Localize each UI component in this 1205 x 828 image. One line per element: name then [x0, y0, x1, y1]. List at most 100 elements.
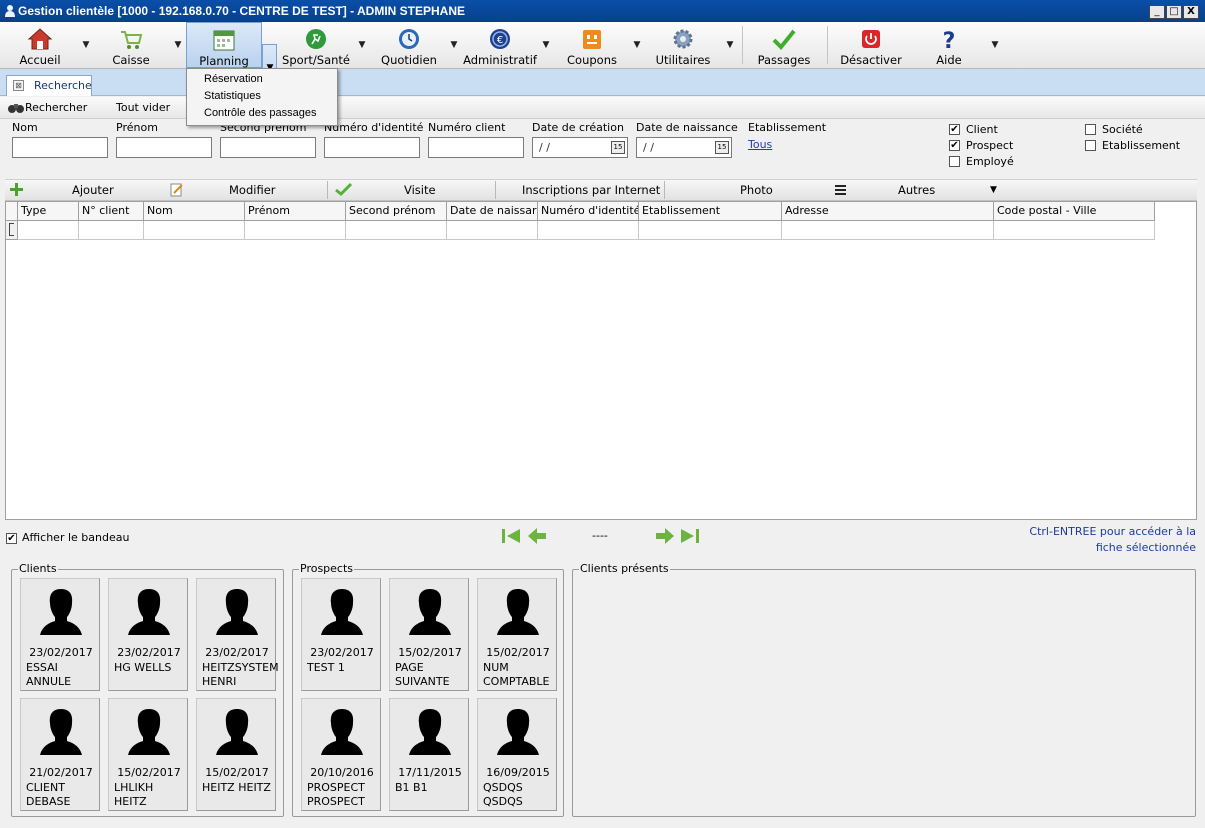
minimize-button[interactable]: _	[1149, 5, 1165, 19]
afficher-bandeau-checkbox[interactable]: ✔	[6, 533, 17, 544]
utilitaires-button[interactable]: Utilitaires	[650, 22, 716, 68]
aide-dropdown-arrow[interactable]: ▼	[990, 40, 1000, 50]
coupons-button[interactable]: Coupons	[561, 22, 623, 68]
prospect-checkbox[interactable]: ✔	[949, 140, 960, 151]
planning-dropdown-menu: Réservation Statistiques Contrôle des pa…	[186, 68, 338, 126]
aide-button[interactable]: ? Aide	[925, 22, 973, 68]
societe-checkbox-label: Société	[1102, 123, 1143, 136]
person-card[interactable]: 15/02/2017 LHLIKH HEITZ	[108, 698, 188, 811]
calendar-icon[interactable]: 15	[715, 141, 729, 154]
column-header-no-client[interactable]: N° client	[79, 202, 144, 221]
maximize-button[interactable]: □	[1166, 5, 1182, 19]
etablissement-checkbox[interactable]	[1085, 140, 1096, 151]
last-page-icon[interactable]	[680, 527, 700, 545]
person-card[interactable]: 23/02/2017 ESSAI ANNULE	[20, 578, 100, 691]
column-header-etablissement[interactable]: Etablissement	[639, 202, 782, 221]
tab-recherche[interactable]: ⊠ Recherche	[6, 75, 92, 96]
sport-dropdown-arrow[interactable]: ▼	[357, 40, 367, 50]
sport-sante-button[interactable]: Sport/Santé	[281, 22, 351, 68]
desactiver-button[interactable]: Désactiver	[837, 22, 905, 68]
column-header-code-postal-ville[interactable]: Code postal - Ville	[994, 202, 1155, 221]
photo-button[interactable]: Photo	[740, 183, 773, 197]
row-selector[interactable]	[6, 221, 18, 240]
person-silhouette-icon	[128, 709, 170, 755]
next-page-icon[interactable]	[655, 527, 675, 545]
tab-close-icon[interactable]: ⊠	[13, 80, 24, 91]
table-cell[interactable]	[639, 221, 782, 240]
coupons-dropdown-arrow[interactable]: ▼	[632, 40, 642, 50]
quotidien-dropdown-arrow[interactable]: ▼	[449, 40, 459, 50]
administratif-button[interactable]: € Administratif	[463, 22, 537, 68]
previous-page-icon[interactable]	[527, 527, 547, 545]
person-card[interactable]: 21/02/2017 CLIENT DEBASE	[20, 698, 100, 811]
column-header-nom[interactable]: Nom	[144, 202, 245, 221]
numero-identite-input[interactable]	[324, 137, 420, 158]
results-grid[interactable]: Type N° client Nom Prénom Second prénom …	[5, 201, 1197, 520]
planning-button[interactable]: Planning	[186, 22, 262, 68]
autres-button[interactable]: Autres	[898, 183, 935, 197]
nom-input[interactable]	[12, 137, 108, 158]
numero-client-input[interactable]	[428, 137, 524, 158]
person-card[interactable]: 15/02/2017 NUM COMPTABLE	[477, 578, 557, 691]
person-silhouette-icon	[40, 709, 82, 755]
passages-button[interactable]: Passages	[752, 22, 816, 68]
person-card[interactable]: 15/02/2017 PAGE SUIVANTE	[389, 578, 469, 691]
quotidien-label: Quotidien	[381, 53, 437, 67]
person-card[interactable]: 23/02/2017 TEST 1	[301, 578, 381, 691]
prenom-label: Prénom	[116, 121, 158, 134]
table-cell[interactable]	[538, 221, 639, 240]
column-header-numero-identite[interactable]: Numéro d'identité	[538, 202, 639, 221]
first-page-icon[interactable]	[501, 527, 521, 545]
autres-dropdown-arrow[interactable]: ▼	[990, 185, 997, 195]
administratif-dropdown-arrow[interactable]: ▼	[541, 40, 551, 50]
caisse-button[interactable]: Caisse	[98, 22, 164, 68]
person-card[interactable]: 23/02/2017 HG WELLS	[108, 578, 188, 691]
table-cell[interactable]	[782, 221, 994, 240]
person-card[interactable]: 23/02/2017 HEITZSYSTEM HENRI	[196, 578, 279, 691]
modifier-button[interactable]: Modifier	[229, 183, 276, 197]
table-cell[interactable]	[18, 221, 79, 240]
person-silhouette-icon	[409, 589, 451, 635]
rechercher-button[interactable]: Rechercher	[25, 101, 87, 114]
person-card[interactable]: 16/09/2015 QSDQS QSDQS	[477, 698, 557, 811]
table-cell[interactable]	[245, 221, 346, 240]
date-creation-input[interactable]: / / 15	[532, 137, 628, 158]
close-button[interactable]: X	[1183, 5, 1199, 19]
gear-icon	[670, 27, 696, 51]
second-prenom-input[interactable]	[220, 137, 316, 158]
menu-item-controle-passages[interactable]: Contrôle des passages	[204, 107, 317, 119]
person-card[interactable]: 20/10/2016 PROSPECT PROSPECT	[301, 698, 381, 811]
utilitaires-dropdown-arrow[interactable]: ▼	[725, 40, 735, 50]
quotidien-button[interactable]: Quotidien	[376, 22, 442, 68]
tout-vider-button[interactable]: Tout vider	[116, 101, 170, 114]
client-checkbox[interactable]: ✔	[949, 124, 960, 135]
menu-item-reservation[interactable]: Réservation	[204, 73, 263, 85]
tous-link[interactable]: Tous	[748, 138, 772, 151]
employe-checkbox[interactable]	[949, 156, 960, 167]
ajouter-button[interactable]: Ajouter	[72, 183, 114, 197]
calendar-icon[interactable]: 15	[611, 141, 625, 154]
table-cell[interactable]	[79, 221, 144, 240]
accueil-dropdown-arrow[interactable]: ▼	[81, 40, 91, 50]
inscriptions-internet-button[interactable]: Inscriptions par Internet	[522, 183, 660, 197]
column-header-type[interactable]: Type	[18, 202, 79, 221]
date-naissance-input[interactable]: / / 15	[636, 137, 732, 158]
table-cell[interactable]	[447, 221, 538, 240]
menu-item-statistiques[interactable]: Statistiques	[204, 90, 261, 102]
accueil-button[interactable]: Accueil	[8, 22, 72, 68]
main-toolbar: Accueil ▼ Caisse ▼ Planning ▼ Sport/Sant…	[0, 22, 1205, 90]
table-cell[interactable]	[346, 221, 447, 240]
prenom-input[interactable]	[116, 137, 212, 158]
societe-checkbox[interactable]	[1085, 124, 1096, 135]
person-card[interactable]: 17/11/2015 B1 B1	[389, 698, 469, 811]
column-header-date-naissance[interactable]: Date de naissar	[447, 202, 538, 221]
person-card[interactable]: 15/02/2017 HEITZ HEITZ	[196, 698, 276, 811]
caisse-dropdown-arrow[interactable]: ▼	[173, 40, 183, 50]
table-cell[interactable]	[994, 221, 1155, 240]
column-header-adresse[interactable]: Adresse	[782, 202, 994, 221]
title-bar: Gestion clientèle [1000 - 192.168.0.70 -…	[0, 0, 1205, 22]
visite-button[interactable]: Visite	[404, 183, 436, 197]
table-cell[interactable]	[144, 221, 245, 240]
column-header-second-prenom[interactable]: Second prénom	[346, 202, 447, 221]
column-header-prenom[interactable]: Prénom	[245, 202, 346, 221]
